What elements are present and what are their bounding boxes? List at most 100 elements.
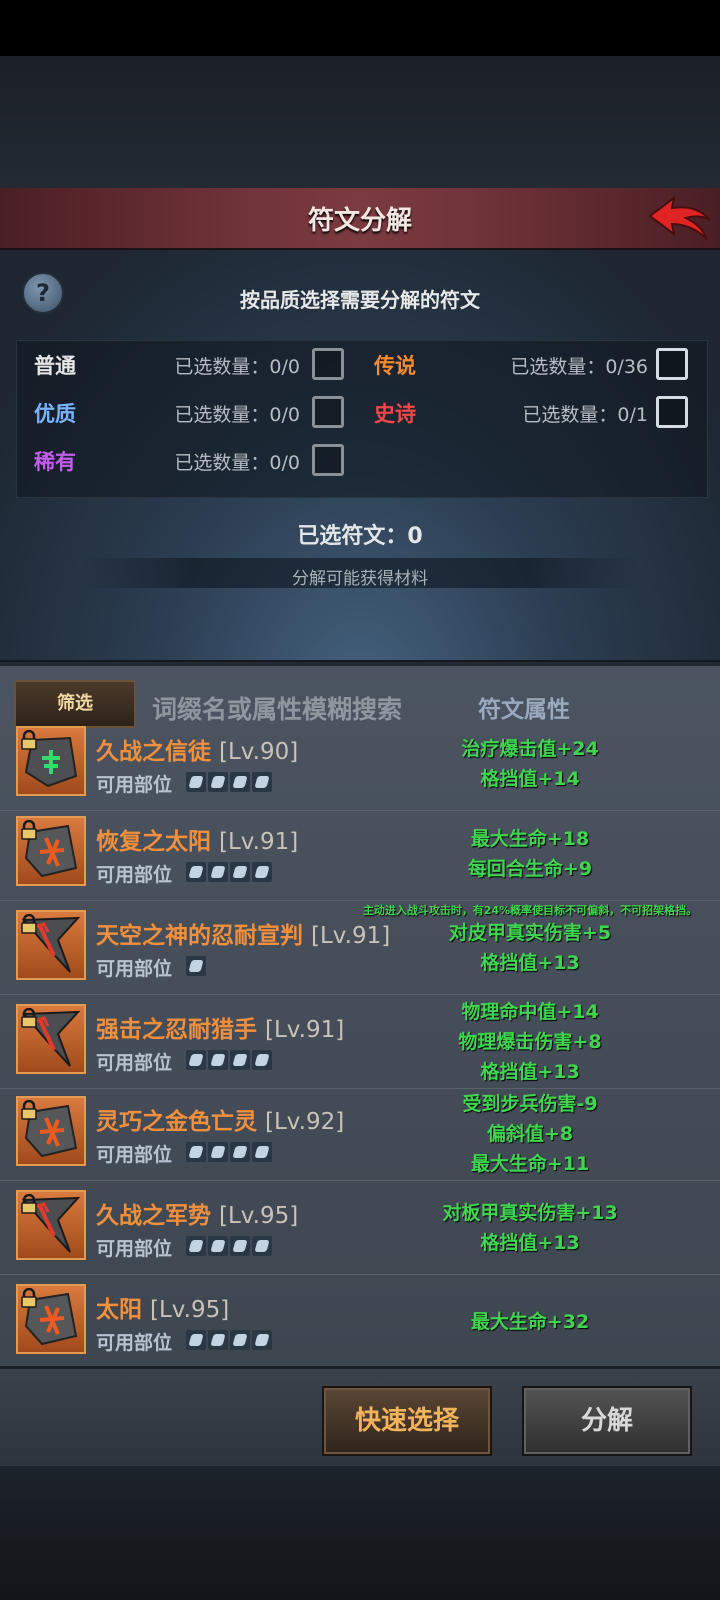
equip-slot-icon [252,1142,272,1162]
equip-slot-icon [208,862,228,882]
quality-legendary-checkbox[interactable] [656,348,688,380]
lock-icon[interactable] [20,1099,38,1120]
rune-level: [Lv.91] [265,1017,345,1043]
rune-attribute: 对皮甲真实伤害+5 [448,922,612,944]
rune-name-text: 天空之神的忍耐宣判 [96,923,303,949]
quality-epic-label: 史诗 [374,402,416,426]
lock-icon[interactable] [20,729,38,750]
lock-icon[interactable] [20,1007,38,1028]
background-top [0,56,720,188]
rune-special-effect: 主动进入战斗攻击时，有24%概率使目标不可偏斜，不可招架格挡。 [362,904,698,917]
equip-slot-icon [230,1330,250,1350]
equip-slot-icon [252,1050,272,1070]
quality-epic-checkbox[interactable] [656,396,688,428]
equip-slot-icon [230,1142,250,1162]
materials-label: 分解可能获得材料 [292,569,428,589]
rune-attribute: 对板甲真实伤害+13 [442,1202,618,1224]
rune-name: 恢复之太阳 [Lv.91] [96,822,298,856]
rune-name-text: 灵巧之金色亡灵 [96,1109,257,1135]
rune-name-text: 强击之忍耐猎手 [96,1017,257,1043]
slot-label: 可用部位 [96,864,173,886]
equip-slot-icon [208,1330,228,1350]
quick-select-button[interactable]: 快速选择 [322,1386,492,1456]
slot-label: 可用部位 [96,1332,173,1354]
background-bottom [0,1466,720,1600]
rune-attribute: 治疗爆击值+24 [461,738,599,760]
rune-attribute: 格挡值+13 [480,1232,580,1254]
equip-slot-icon [252,862,272,882]
lock-icon[interactable] [20,1287,38,1308]
slot-icons [186,772,272,792]
rune-level: [Lv.95] [150,1297,230,1323]
equip-slot-icon [252,772,272,792]
rune-attribute: 格挡值+14 [480,768,580,790]
rune-name: 久战之军势 [Lv.95] [96,1196,298,1230]
back-arrow-icon[interactable] [646,192,714,242]
rune-attribute: 偏斜值+8 [486,1123,574,1145]
lock-icon[interactable] [20,913,38,934]
rune-name: 灵巧之金色亡灵 [Lv.92] [96,1102,344,1136]
rune-name: 强击之忍耐猎手 [Lv.91] [96,1010,344,1044]
rune-attribute: 物理命中值+14 [461,1001,599,1023]
quality-good-count: 已选数量：0/0 [174,404,300,426]
rune-level: [Lv.91] [311,923,391,949]
rune-attribute: 最大生命+18 [470,828,590,850]
equip-slot-icon [186,1236,206,1256]
equip-slot-icon [230,862,250,882]
lock-icon[interactable] [20,1193,38,1214]
quality-rare-label: 稀有 [34,450,76,474]
quality-good-checkbox[interactable] [312,396,344,428]
rune-name-text: 太阳 [96,1297,142,1323]
quality-epic-count: 已选数量：0/1 [522,404,648,426]
title-bar: 符文分解 [0,188,720,251]
quality-rare-count: 已选数量：0/0 [174,452,300,474]
slot-icons [186,1142,272,1162]
rune-attribute: 格挡值+13 [480,1061,580,1083]
equip-slot-icon [186,1330,206,1350]
slot-icons [186,862,272,882]
quality-rare-checkbox[interactable] [312,444,344,476]
equip-slot-icon [186,1050,206,1070]
lock-icon[interactable] [20,819,38,840]
slot-icons [186,956,206,976]
quality-legendary-label: 传说 [374,354,416,378]
rune-name: 天空之神的忍耐宣判 [Lv.91] [96,916,390,950]
slot-label: 可用部位 [96,1052,173,1074]
quality-common-label: 普通 [34,354,76,378]
page-title: 符文分解 [307,206,412,236]
equip-slot-icon [186,956,206,976]
rune-level: [Lv.91] [219,829,299,855]
equip-slot-icon [230,1236,250,1256]
equip-slot-icon [208,1236,228,1256]
equip-slot-icon [186,772,206,792]
rune-name-text: 久战之军势 [96,1203,211,1229]
rune-name-text: 久战之信徒 [96,739,211,765]
quality-common-checkbox[interactable] [312,348,344,380]
rune-name: 太阳 [Lv.95] [96,1290,229,1324]
slot-label: 可用部位 [96,774,173,796]
equip-slot-icon [208,772,228,792]
rune-attribute: 物理爆击伤害+8 [458,1031,602,1053]
quality-common-count: 已选数量：0/0 [174,356,300,378]
equip-slot-icon [208,1142,228,1162]
equip-slot-icon [186,862,206,882]
slot-icons [186,1330,272,1350]
slot-icons [186,1050,272,1070]
instruction-text: 按品质选择需要分解的符文 [240,288,480,312]
decompose-button[interactable]: 分解 [522,1386,692,1456]
quality-good-label: 优质 [34,402,76,426]
quality-legendary-count: 已选数量：0/36 [510,356,648,378]
rune-level: [Lv.95] [219,1203,299,1229]
slot-icons [186,1236,272,1256]
equip-slot-icon [186,1142,206,1162]
slot-label: 可用部位 [96,958,173,980]
rune-level: [Lv.92] [265,1109,345,1135]
selected-runes-count: 已选符文：0 [297,524,423,549]
slot-label: 可用部位 [96,1144,173,1166]
rune-attribute: 格挡值+13 [480,952,580,974]
equip-slot-icon [252,1236,272,1256]
rune-name: 久战之信徒 [Lv.90] [96,732,298,766]
rune-level: [Lv.90] [219,739,299,765]
rune-attribute: 每回合生命+9 [467,858,593,880]
status-bar [0,0,720,56]
